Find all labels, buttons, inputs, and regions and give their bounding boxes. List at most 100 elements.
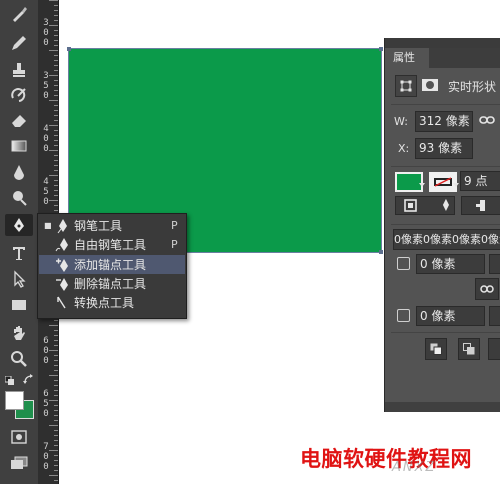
hand-tool[interactable] bbox=[5, 322, 33, 344]
ruler-tick bbox=[54, 195, 58, 196]
screen-mode-button[interactable] bbox=[5, 452, 33, 474]
stroke-align-icon bbox=[404, 199, 417, 215]
corner-radius-summary[interactable]: 0像素0像素0像素0像素 bbox=[393, 229, 500, 250]
ruler-label: 3 0 0 bbox=[43, 18, 49, 48]
clone-stamp-tool[interactable] bbox=[5, 59, 33, 81]
ruler-tick bbox=[54, 410, 58, 411]
default-colors-icon[interactable] bbox=[4, 375, 15, 389]
ruler-tick bbox=[54, 335, 58, 336]
ruler-label: 4 5 0 bbox=[43, 177, 49, 207]
corner-radius-field-right[interactable] bbox=[489, 306, 500, 326]
ruler-tick bbox=[54, 440, 58, 441]
pen-tool[interactable] bbox=[5, 214, 33, 236]
ruler-tick bbox=[49, 425, 58, 426]
path-operation-button[interactable] bbox=[488, 338, 500, 360]
ruler-tick bbox=[54, 180, 58, 181]
history-brush-tool[interactable] bbox=[5, 84, 33, 106]
width-field[interactable]: 312 像素 bbox=[415, 111, 473, 132]
corner-radius-field-right[interactable] bbox=[489, 254, 500, 274]
gradient-tool[interactable] bbox=[5, 135, 33, 157]
magnifier-icon bbox=[10, 350, 28, 368]
swap-colors-icon[interactable] bbox=[23, 374, 34, 388]
ruler-tick bbox=[54, 345, 58, 346]
live-shape-icon[interactable] bbox=[395, 75, 417, 97]
path-operation-button[interactable] bbox=[458, 338, 480, 360]
path-operation-button[interactable] bbox=[425, 338, 447, 360]
link-corners-button[interactable] bbox=[475, 278, 499, 300]
ruler-tick bbox=[49, 475, 58, 476]
stamp-icon bbox=[10, 61, 28, 79]
ruler-tick bbox=[54, 390, 58, 391]
ruler-tick bbox=[54, 170, 58, 171]
eraser-tool[interactable] bbox=[5, 109, 33, 131]
ruler-label: 3 5 0 bbox=[43, 71, 49, 101]
anchor-handle[interactable] bbox=[379, 47, 383, 51]
arrow-cursor-icon bbox=[10, 270, 28, 288]
ruler-tick bbox=[54, 70, 58, 71]
x-label: X: bbox=[398, 142, 410, 155]
freeform-pen-icon bbox=[52, 237, 74, 253]
ruler-tick bbox=[54, 330, 58, 331]
swap-colors-row bbox=[3, 374, 35, 386]
stroke-color-swatch[interactable] bbox=[429, 172, 457, 192]
fill-dropdown-arrow-icon[interactable] bbox=[419, 183, 425, 187]
ruler-tick bbox=[54, 165, 58, 166]
zoom-tool[interactable] bbox=[5, 348, 33, 370]
stroke-dropdown-arrow-icon[interactable] bbox=[453, 183, 459, 187]
link-icon[interactable] bbox=[479, 114, 495, 129]
dodge-tool[interactable] bbox=[5, 187, 33, 209]
ruler-tick bbox=[54, 5, 58, 6]
mask-icon[interactable] bbox=[421, 76, 439, 97]
quick-mask-button[interactable] bbox=[5, 426, 33, 448]
tab-properties[interactable]: 属性 bbox=[385, 48, 429, 68]
ruler-label: 6 0 0 bbox=[43, 336, 49, 366]
delete-anchor-point-icon bbox=[52, 276, 74, 292]
ruler-tick bbox=[54, 445, 58, 446]
panel-footer bbox=[385, 402, 500, 412]
ruler-tick bbox=[54, 455, 58, 456]
brush-tool[interactable] bbox=[5, 3, 33, 25]
flyout-item-label: 钢笔工具 bbox=[74, 219, 123, 233]
ruler-tick bbox=[54, 140, 58, 141]
ruler-tick bbox=[54, 360, 58, 361]
rectangle-tool[interactable] bbox=[5, 294, 33, 316]
ruler-tick bbox=[54, 435, 58, 436]
anchor-handle[interactable] bbox=[67, 47, 71, 51]
ruler-tick bbox=[49, 375, 58, 376]
ruler-tick bbox=[54, 420, 58, 421]
corner-checkbox[interactable] bbox=[397, 257, 410, 270]
ruler-tick bbox=[54, 470, 58, 471]
flyout-item-delete-anchor[interactable]: 删除锚点工具 bbox=[39, 274, 185, 293]
anchor-handle[interactable] bbox=[379, 250, 383, 254]
corner-radius-field[interactable]: 0 像素 bbox=[416, 254, 485, 274]
ruler-tick bbox=[54, 380, 58, 381]
fill-color-swatch[interactable] bbox=[395, 172, 423, 192]
flyout-item-pen[interactable]: ■ 钢笔工具 P bbox=[39, 216, 185, 235]
blur-tool[interactable] bbox=[5, 161, 33, 183]
flyout-item-freeform-pen[interactable]: 自由钢笔工具 P bbox=[39, 235, 185, 254]
stroke-width-field[interactable]: 9 点 bbox=[460, 171, 500, 191]
flyout-item-label: 自由钢笔工具 bbox=[74, 238, 147, 252]
selected-bullet-icon: ■ bbox=[44, 221, 52, 230]
ruler-tick bbox=[54, 110, 58, 111]
ruler-tick bbox=[49, 0, 58, 1]
type-tool[interactable] bbox=[5, 242, 33, 264]
flyout-item-convert-point[interactable]: 转换点工具 bbox=[39, 293, 185, 312]
ruler-tick bbox=[54, 10, 58, 11]
corner-radius-field[interactable]: 0 像素 bbox=[416, 306, 485, 326]
ruler-tick bbox=[54, 340, 58, 341]
path-selection-tool[interactable] bbox=[5, 268, 33, 290]
ruler-tick bbox=[54, 120, 58, 121]
pencil-tool[interactable] bbox=[5, 32, 33, 54]
ruler-tick bbox=[54, 145, 58, 146]
foreground-color-swatch[interactable] bbox=[5, 391, 24, 410]
flyout-item-add-anchor[interactable]: 添加锚点工具 bbox=[39, 255, 185, 274]
stroke-caps-dropdown[interactable] bbox=[461, 196, 500, 215]
ruler-label: 4 0 0 bbox=[43, 124, 49, 154]
ruler-label: 6 5 0 bbox=[43, 389, 49, 419]
convert-point-icon bbox=[52, 295, 74, 311]
ruler-tick bbox=[54, 415, 58, 416]
x-position-field[interactable]: 93 像素 bbox=[415, 138, 473, 159]
stroke-align-dropdown[interactable]: ▲ ▼ bbox=[395, 196, 455, 215]
corner-checkbox[interactable] bbox=[397, 309, 410, 322]
